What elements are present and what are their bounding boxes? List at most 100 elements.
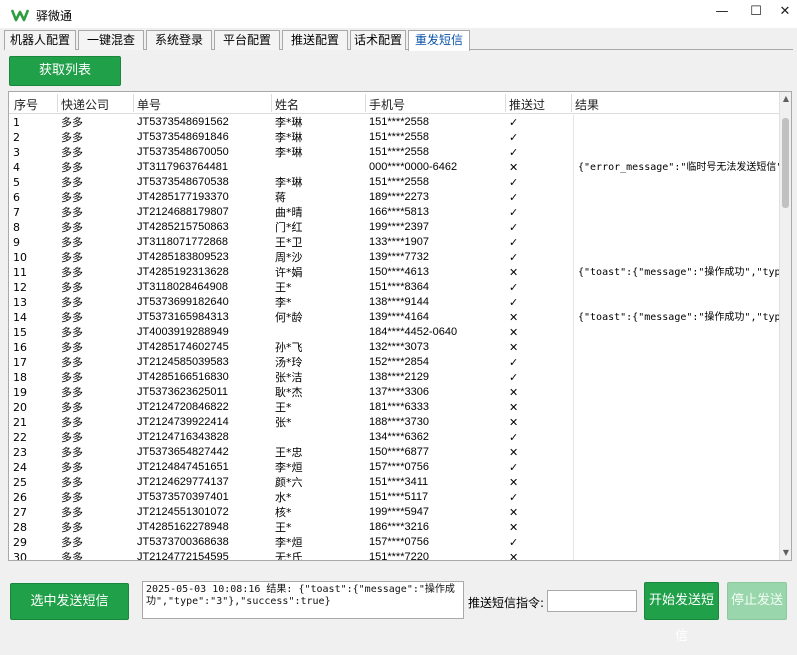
cell-pushed-status: ✓ (509, 191, 519, 204)
cell-seq: 30 (13, 551, 27, 561)
cell-seq: 5 (13, 176, 20, 189)
cell-name: 门*红 (275, 221, 303, 234)
minimize-button[interactable]: — (708, 2, 736, 22)
table-row[interactable]: 24 多多 JT2124847451651 李*烜 157****0756 ✓ (9, 460, 779, 475)
maximize-button[interactable]: ☐ (742, 2, 770, 22)
cell-phone: 150****6877 (369, 446, 429, 458)
col-header-tracking[interactable]: 单号 (137, 96, 161, 113)
cell-pushed-status: ✓ (509, 221, 519, 234)
cell-tracking-number: JT3118028464908 (137, 281, 228, 293)
table-row[interactable]: 14 多多 JT5373165984313 何*龄 139****4164 ✕ {"toas… (9, 310, 779, 325)
cell-tracking-number: JT3118071772868 (137, 236, 228, 248)
sms-table[interactable]: 序号 快递公司 单号 姓名 手机号 推送过 结果 1 多多 JT5373548691… (8, 91, 792, 561)
cell-name: 何*龄 (275, 311, 303, 324)
cell-tracking-number: JT2124688179807 (137, 206, 229, 218)
col-header-company[interactable]: 快递公司 (61, 96, 109, 113)
cell-pushed-status: ✓ (509, 356, 519, 369)
table-row[interactable]: 28 多多 JT4285162278948 王* 186****3216 ✕ (9, 520, 779, 535)
column-divider[interactable] (365, 94, 366, 112)
table-row[interactable]: 30 多多 JT2124772154595 无*氏 151****7220 ✕ (9, 550, 779, 561)
cell-phone: 151****8364 (369, 281, 429, 293)
tab-robot-config[interactable]: 机器人配置 (4, 30, 76, 50)
table-row[interactable]: 2 多多 JT5373548691846 李*琳 151****2558 ✓ (9, 130, 779, 145)
cell-phone: 138****2129 (369, 371, 429, 383)
log-output[interactable]: 2025-05-03 10:08:16 结果: {"toast":{"messa… (142, 581, 464, 619)
table-row[interactable]: 1 多多 JT5373548691562 李*琳 151****2558 ✓ (9, 115, 779, 130)
col-header-name[interactable]: 姓名 (275, 96, 299, 113)
table-row[interactable]: 22 多多 JT2124716343828 134****6362 ✓ (9, 430, 779, 445)
vertical-scrollbar[interactable]: ▲ ▼ (779, 92, 791, 560)
cell-seq: 1 (13, 116, 20, 129)
cell-phone: 139****4164 (369, 311, 429, 323)
table-row[interactable]: 26 多多 JT5373570397401 水* 151****5117 ✓ (9, 490, 779, 505)
start-send-sms-button[interactable]: 开始发送短信 (644, 582, 719, 644)
cell-tracking-number: JT2124847451651 (137, 461, 229, 473)
cell-tracking-number: JT2124585039583 (137, 356, 229, 368)
column-divider[interactable] (133, 94, 134, 112)
table-row[interactable]: 29 多多 JT5373700368638 李*烜 157****0756 ✓ (9, 535, 779, 550)
cell-result (573, 550, 779, 560)
cell-seq: 18 (13, 371, 27, 384)
cell-phone: 134****6362 (369, 431, 429, 443)
table-row[interactable]: 3 多多 JT5373548670050 李*琳 151****2558 ✓ (9, 145, 779, 160)
tab-script-config[interactable]: 话术配置 (350, 30, 406, 50)
tab-one-key-check[interactable]: 一键混查 (78, 30, 144, 50)
tab-push-config[interactable]: 推送配置 (282, 30, 348, 50)
table-row[interactable]: 17 多多 JT2124585039583 汤*玲 152****2854 ✓ (9, 355, 779, 370)
cell-company: 多多 (61, 251, 83, 264)
table-row[interactable]: 13 多多 JT5373699182640 李* 138****9144 ✓ (9, 295, 779, 310)
tab-platform-config[interactable]: 平台配置 (214, 30, 280, 50)
close-button[interactable]: ✕ (771, 2, 797, 22)
table-row[interactable]: 8 多多 JT4285215750863 门*红 199****2397 ✓ (9, 220, 779, 235)
cell-tracking-number: JT5373654827442 (137, 446, 229, 458)
scroll-up-icon[interactable]: ▲ (780, 93, 791, 105)
tab-system-login[interactable]: 系统登录 (146, 30, 212, 50)
table-row[interactable]: 4 多多 JT3117963764481 000****0000-6462 ✕ {"err… (9, 160, 779, 175)
col-header-result[interactable]: 结果 (575, 96, 599, 113)
cell-tracking-number: JT4285192313628 (137, 266, 229, 278)
cell-phone: 151****5117 (369, 491, 429, 503)
table-row[interactable]: 15 多多 JT4003919288949 184****4452-0640 ✕ (9, 325, 779, 340)
cell-tracking-number: JT4285174602745 (137, 341, 229, 353)
table-row[interactable]: 11 多多 JT4285192313628 许*娟 150****4613 ✕ {"toas… (9, 265, 779, 280)
fetch-list-button[interactable]: 获取列表 (9, 56, 121, 86)
table-row[interactable]: 18 多多 JT4285166516830 张*洁 138****2129 ✓ (9, 370, 779, 385)
cell-tracking-number: JT5373548670050 (137, 146, 229, 158)
table-row[interactable]: 20 多多 JT2124720846822 王* 181****6333 ✕ (9, 400, 779, 415)
table-row[interactable]: 21 多多 JT2124739922414 张* 188****3730 ✕ (9, 415, 779, 430)
table-row[interactable]: 16 多多 JT4285174602745 孙*飞 132****3073 ✕ (9, 340, 779, 355)
col-header-seq[interactable]: 序号 (14, 96, 38, 113)
column-divider[interactable] (571, 94, 572, 112)
table-row[interactable]: 19 多多 JT5373623625011 耿*杰 137****3306 ✕ (9, 385, 779, 400)
table-row[interactable]: 5 多多 JT5373548670538 李*琳 151****2558 ✓ (9, 175, 779, 190)
cell-phone: 139****7732 (369, 251, 429, 263)
table-row[interactable]: 27 多多 JT2124551301072 核* 199****5947 ✕ (9, 505, 779, 520)
col-header-pushed[interactable]: 推送过 (509, 96, 545, 113)
tab-label: 推送配置 (290, 33, 339, 47)
table-header: 序号 快递公司 单号 姓名 手机号 推送过 结果 (9, 92, 791, 114)
cell-result (573, 475, 779, 490)
cell-company: 多多 (61, 281, 83, 294)
cell-name: 张* (275, 416, 292, 429)
table-row[interactable]: 10 多多 JT4285183809523 周*沙 139****7732 ✓ (9, 250, 779, 265)
table-row[interactable]: 9 多多 JT3118071772868 王*卫 133****1907 ✓ (9, 235, 779, 250)
table-row[interactable]: 25 多多 JT2124629774137 颜*六 151****3411 ✕ (9, 475, 779, 490)
column-divider[interactable] (57, 94, 58, 112)
push-command-input[interactable] (547, 590, 637, 612)
cell-tracking-number: JT4285177193370 (137, 191, 229, 203)
table-row[interactable]: 7 多多 JT2124688179807 曲*晴 166****5813 ✓ (9, 205, 779, 220)
col-header-phone[interactable]: 手机号 (369, 96, 405, 113)
tab-resend-sms[interactable]: 重发短信 (408, 30, 470, 51)
cell-pushed-status: ✓ (509, 491, 519, 504)
stop-send-button[interactable]: 停止发送 (727, 582, 787, 620)
table-row[interactable]: 6 多多 JT4285177193370 蒋 189****2273 ✓ (9, 190, 779, 205)
scroll-down-icon[interactable]: ▼ (780, 547, 791, 559)
cell-phone: 181****6333 (369, 401, 429, 413)
table-row[interactable]: 23 多多 JT5373654827442 王*忠 150****6877 ✕ (9, 445, 779, 460)
column-divider[interactable] (271, 94, 272, 112)
cell-pushed-status: ✓ (509, 431, 519, 444)
scroll-thumb[interactable] (782, 118, 789, 208)
table-row[interactable]: 12 多多 JT3118028464908 王* 151****8364 ✓ (9, 280, 779, 295)
send-selected-sms-button[interactable]: 选中发送短信 (10, 583, 129, 620)
column-divider[interactable] (505, 94, 506, 112)
